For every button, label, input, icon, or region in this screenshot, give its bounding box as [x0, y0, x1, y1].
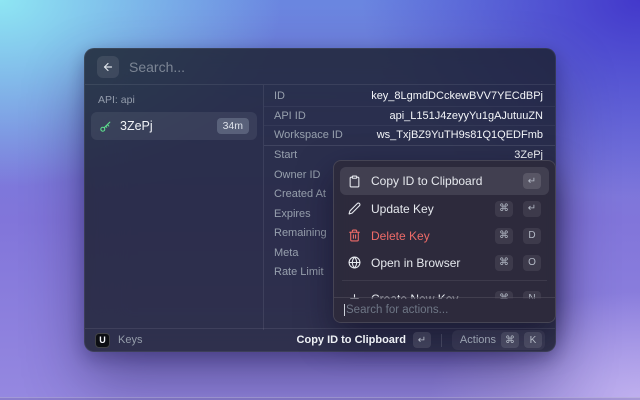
- detail-label: Rate Limit: [274, 266, 324, 278]
- detail-label: Meta: [274, 247, 298, 259]
- pencil-icon: [348, 202, 361, 215]
- o-key-badge: O: [523, 255, 541, 271]
- detail-label: ID: [274, 90, 285, 102]
- menu-item-open-in-browser[interactable]: Open in Browser ⌘ O: [340, 249, 549, 276]
- detail-value: key_8LgmdDCckewBVV7YECdBPj: [285, 90, 543, 102]
- detail-label: Created At: [274, 188, 326, 200]
- detail-label: Workspace ID: [274, 129, 343, 141]
- actions-menu-list: Copy ID to Clipboard ↵ Update Key ⌘ ↵: [334, 161, 555, 299]
- primary-action-label[interactable]: Copy ID to Clipboard: [297, 334, 406, 346]
- footer-divider: [441, 334, 442, 347]
- menu-item-delete-key[interactable]: Delete Key ⌘ D: [340, 222, 549, 249]
- search-input[interactable]: [129, 59, 543, 75]
- unkey-logo: U: [95, 333, 110, 348]
- dialog-footer: U Keys Copy ID to Clipboard ↵ Actions ⌘ …: [85, 328, 555, 351]
- key-icon: [99, 120, 112, 133]
- actions-search-input[interactable]: [346, 304, 545, 316]
- result-item-badge: 34m: [217, 118, 249, 134]
- detail-row-id: ID key_8LgmdDCckewBVV7YECdBPj: [264, 87, 555, 107]
- cmd-key-badge: ⌘: [495, 201, 513, 217]
- cmd-key-badge: ⌘: [495, 255, 513, 271]
- k-key-badge: K: [524, 332, 542, 348]
- context-label: Keys: [118, 334, 142, 346]
- detail-label: API ID: [274, 110, 306, 122]
- back-button[interactable]: [97, 56, 119, 78]
- trash-icon: [348, 229, 361, 242]
- result-item-key[interactable]: 3ZePj 34m: [91, 112, 257, 140]
- menu-item-label: Copy ID to Clipboard: [371, 174, 513, 188]
- detail-label: Remaining: [274, 227, 327, 239]
- enter-key-badge: ↵: [413, 332, 431, 348]
- detail-label: Expires: [274, 208, 311, 220]
- results-group-label: API: api: [91, 92, 257, 112]
- actions-button[interactable]: Actions ⌘ K: [452, 330, 545, 350]
- result-item-label: 3ZePj: [120, 119, 209, 133]
- actions-button-label: Actions: [460, 334, 496, 346]
- d-key-badge: D: [523, 228, 541, 244]
- detail-value: ws_TxjBZ9YuTH9s81Q1QEDFmb: [343, 129, 543, 141]
- menu-item-update-key[interactable]: Update Key ⌘ ↵: [340, 195, 549, 222]
- menu-divider: [342, 280, 547, 281]
- detail-row-workspace-id: Workspace ID ws_TxjBZ9YuTH9s81Q1QEDFmb: [264, 126, 555, 146]
- detail-value: api_L151J4zeyyYu1gAJutuuZN: [306, 110, 543, 122]
- footer-actions: Copy ID to Clipboard ↵ Actions ⌘ K: [297, 330, 545, 350]
- cmd-key-badge: ⌘: [495, 228, 513, 244]
- menu-item-label: Open in Browser: [371, 256, 485, 270]
- globe-icon: [348, 256, 361, 269]
- menu-item-label: Delete Key: [371, 229, 485, 243]
- detail-row-api-id: API ID api_L151J4zeyyYu1gAJutuuZN: [264, 107, 555, 127]
- actions-search-bar: [334, 297, 555, 322]
- detail-label: Owner ID: [274, 169, 320, 181]
- command-palette-dialog: API: api 3ZePj 34m ID key_8LgmdDCckewBV: [84, 48, 556, 352]
- arrow-left-icon: [102, 61, 114, 73]
- search-bar: [85, 49, 555, 85]
- actions-menu: Copy ID to Clipboard ↵ Update Key ⌘ ↵: [333, 160, 556, 323]
- menu-item-label: Update Key: [371, 202, 485, 216]
- cmd-key-badge: ⌘: [501, 332, 519, 348]
- results-sidebar: API: api 3ZePj 34m: [85, 85, 264, 330]
- detail-label: Start: [274, 149, 297, 161]
- enter-key-badge: ↵: [523, 173, 541, 189]
- text-caret: [344, 304, 345, 316]
- enter-key-badge: ↵: [523, 201, 541, 217]
- clipboard-icon: [348, 175, 361, 188]
- menu-item-copy-id[interactable]: Copy ID to Clipboard ↵: [340, 167, 549, 195]
